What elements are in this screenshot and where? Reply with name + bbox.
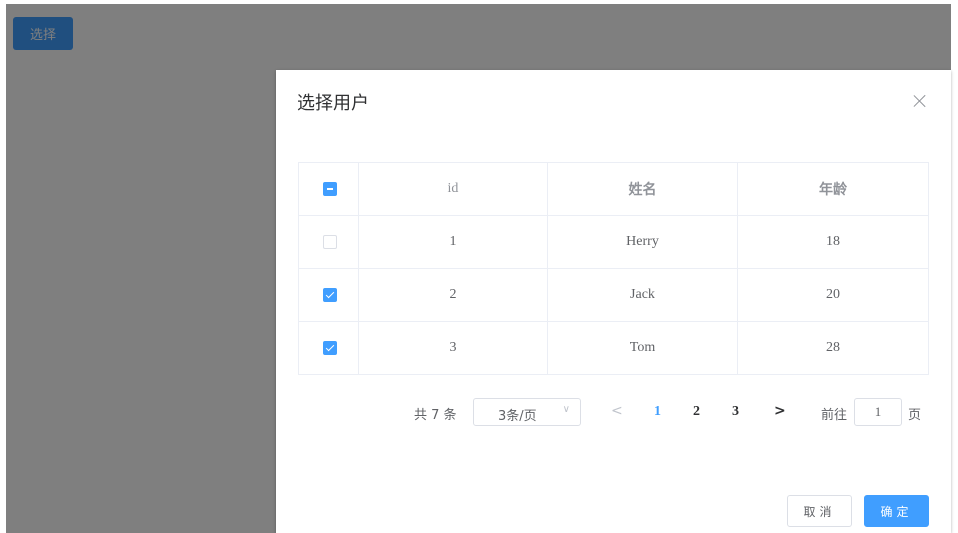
row-checkbox-cell — [298, 215, 359, 269]
column-header-name[interactable]: 姓名 — [547, 162, 738, 216]
page-suffix-label: 页 — [908, 408, 922, 423]
table-row[interactable]: 3 Tom 28 — [298, 321, 929, 375]
cell-age: 18 — [737, 215, 929, 269]
row-checkbox[interactable] — [322, 340, 337, 355]
table-row[interactable]: 2 Jack 20 — [298, 268, 929, 322]
select-all-checkbox[interactable] — [322, 182, 337, 196]
table-row[interactable]: 1 Herry 18 — [298, 215, 929, 269]
goto-label: 前往 — [821, 408, 848, 423]
row-checkbox-cell — [298, 268, 359, 322]
select-user-dialog: 选择用户 id 姓名 年龄 1 Herry 18 2 Jack 20 3 Tom 28 共 7 … — [276, 70, 951, 533]
cell-id: 2 — [358, 268, 548, 322]
page-size-select[interactable]: 3条/页 ∨ — [473, 398, 581, 426]
chevron-down-icon: ∨ — [562, 404, 570, 415]
chevron-left-icon[interactable]: < — [611, 403, 623, 419]
cell-id: 3 — [358, 321, 548, 375]
column-header-age[interactable]: 年龄 — [737, 162, 929, 216]
page-number-1[interactable]: 1 — [654, 404, 661, 420]
user-table: id 姓名 年龄 1 Herry 18 2 Jack 20 3 Tom 28 — [298, 162, 929, 375]
page-size-value: 3条/页 — [498, 409, 537, 424]
row-checkbox[interactable] — [322, 287, 337, 302]
header-checkbox-cell — [298, 162, 359, 216]
pagination: 共 7 条 3条/页 ∨ < 1 2 3 > 前往 页 — [276, 398, 951, 428]
cell-name: Tom — [547, 321, 738, 375]
pagination-total: 共 7 条 — [414, 408, 457, 423]
page-number-3[interactable]: 3 — [732, 404, 739, 420]
column-header-id[interactable]: id — [358, 162, 548, 216]
table-header-row: id 姓名 年龄 — [298, 162, 929, 216]
chevron-right-icon[interactable]: > — [774, 403, 786, 419]
dialog-title: 选择用户 — [297, 93, 369, 114]
page-number-2[interactable]: 2 — [693, 404, 700, 420]
page-jump-input[interactable] — [854, 398, 902, 426]
cell-age: 20 — [737, 268, 929, 322]
cell-id: 1 — [358, 215, 548, 269]
row-checkbox[interactable] — [322, 234, 337, 249]
cell-age: 28 — [737, 321, 929, 375]
cell-name: Jack — [547, 268, 738, 322]
cell-name: Herry — [547, 215, 738, 269]
cancel-button[interactable]: 取消 — [787, 495, 852, 527]
close-icon[interactable] — [913, 94, 927, 108]
confirm-button[interactable]: 确定 — [864, 495, 929, 527]
row-checkbox-cell — [298, 321, 359, 375]
